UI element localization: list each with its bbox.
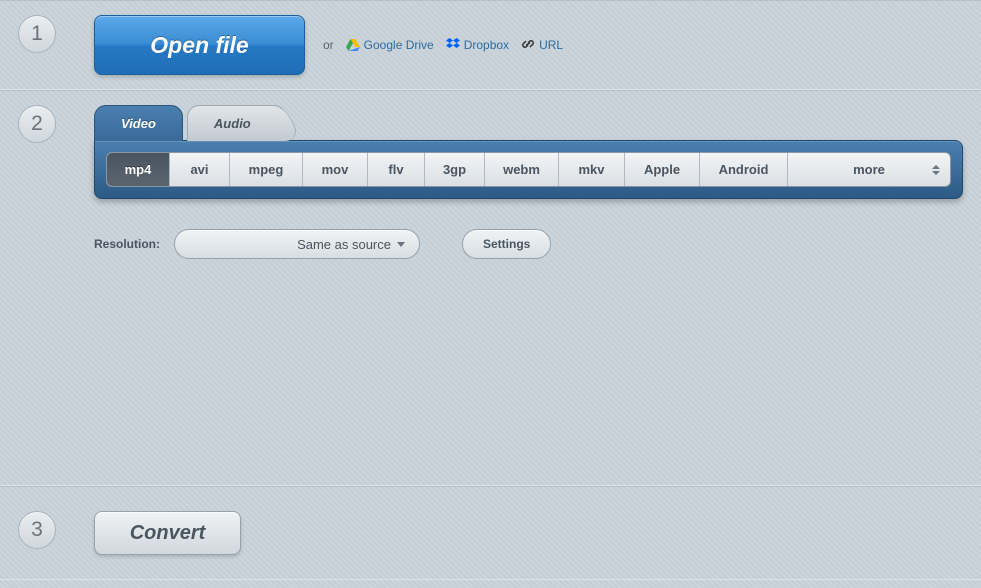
- format-more-label: more: [853, 162, 885, 177]
- format-3gp[interactable]: 3gp: [425, 153, 485, 186]
- format-mp4[interactable]: mp4: [107, 153, 170, 186]
- format-mov[interactable]: mov: [303, 153, 368, 186]
- url-link[interactable]: URL: [521, 38, 563, 53]
- resolution-label: Resolution:: [94, 237, 160, 251]
- settings-button[interactable]: Settings: [462, 229, 551, 259]
- updown-icon: [932, 165, 940, 175]
- dropbox-icon: [446, 38, 460, 53]
- step-badge-2: 2: [18, 105, 56, 143]
- open-file-button[interactable]: Open file: [94, 15, 305, 75]
- format-more[interactable]: more: [788, 153, 950, 186]
- format-tabs: Video Audio: [94, 105, 963, 141]
- format-mkv[interactable]: mkv: [559, 153, 625, 186]
- format-mpeg[interactable]: mpeg: [230, 153, 303, 186]
- convert-button[interactable]: Convert: [94, 511, 241, 555]
- dropbox-link[interactable]: Dropbox: [446, 38, 509, 53]
- resolution-dropdown[interactable]: Same as source: [174, 229, 420, 259]
- source-alternatives: or Google Drive Dropbox URL: [323, 15, 563, 75]
- format-apple[interactable]: Apple: [625, 153, 700, 186]
- google-drive-label: Google Drive: [364, 38, 434, 52]
- format-flv[interactable]: flv: [368, 153, 425, 186]
- tab-audio[interactable]: Audio: [187, 105, 286, 141]
- link-icon: [521, 38, 535, 53]
- format-selector: mp4 avi mpeg mov flv 3gp webm mkv Apple …: [106, 152, 951, 187]
- chevron-down-icon: [397, 242, 405, 247]
- or-label: or: [323, 38, 334, 52]
- format-avi[interactable]: avi: [170, 153, 230, 186]
- step-badge-3: 3: [18, 511, 56, 549]
- format-bar: mp4 avi mpeg mov flv 3gp webm mkv Apple …: [94, 140, 963, 199]
- format-android[interactable]: Android: [700, 153, 788, 186]
- tab-video[interactable]: Video: [94, 105, 183, 141]
- resolution-value: Same as source: [297, 237, 391, 252]
- step-badge-1: 1: [18, 15, 56, 53]
- google-drive-link[interactable]: Google Drive: [346, 38, 434, 52]
- format-webm[interactable]: webm: [485, 153, 559, 186]
- dropbox-label: Dropbox: [464, 38, 509, 52]
- url-label: URL: [539, 38, 563, 52]
- google-drive-icon: [346, 39, 360, 51]
